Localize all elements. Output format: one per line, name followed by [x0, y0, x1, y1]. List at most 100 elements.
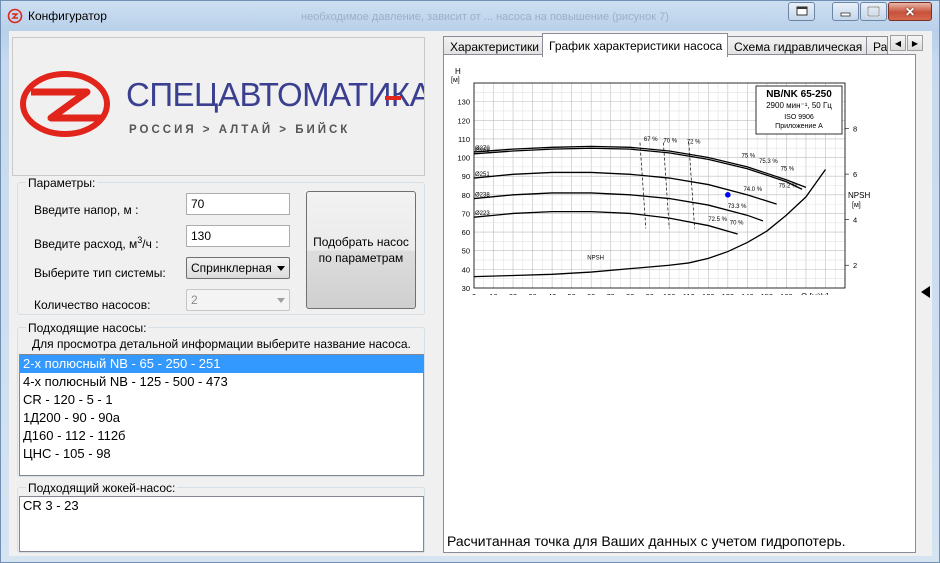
- y2-axis-unit: [м]: [852, 202, 861, 209]
- curve-label: Ø251: [475, 172, 490, 178]
- company-logo-panel: СПЕЦАВТОМАТИКА РОССИЯ > АЛТАЙ > БИЙСК: [12, 37, 432, 176]
- curve-label: Ø269: [475, 148, 490, 154]
- efficiency-label: 75 %: [781, 167, 795, 173]
- app-window: Конфигуратор необходимое давление, завис…: [0, 0, 940, 563]
- curve-label: Ø238: [475, 193, 490, 199]
- x-tick-label: 10: [489, 292, 497, 295]
- y2-tick-label: 6: [853, 170, 857, 179]
- window-title: Конфигуратор: [28, 9, 107, 23]
- y-tick-label: 130: [457, 98, 470, 107]
- chevron-down-icon: [277, 298, 285, 303]
- chevron-left-icon: ◀: [894, 38, 902, 48]
- head-label: Введите напор, м :: [34, 203, 139, 217]
- y-tick-label: 50: [462, 247, 470, 256]
- app-icon: [7, 8, 23, 24]
- tab-more[interactable]: Ра: [866, 36, 888, 56]
- window-extra-button[interactable]: [788, 2, 815, 21]
- close-icon: ✕: [904, 4, 916, 19]
- chart-annex: Приложение А: [775, 123, 823, 130]
- parameters-group: Параметры: Введите напор, м : 70 Введите…: [17, 176, 425, 315]
- jockey-pump-item[interactable]: CR 3 - 23: [20, 497, 423, 515]
- pump-list-item[interactable]: 1Д200 - 90 - 90а: [20, 409, 423, 427]
- pumps-title: Подходящие насосы:: [26, 321, 149, 335]
- y-tick-label: 100: [457, 154, 470, 163]
- pump-list-item[interactable]: CR - 120 - 5 - 1: [20, 391, 423, 409]
- x-tick-label: 40: [548, 292, 556, 295]
- tab-characteristics[interactable]: Характеристики: [443, 36, 543, 56]
- y-axis-label: H: [455, 67, 461, 76]
- y-tick-label: 80: [462, 191, 470, 200]
- efficiency-label: 70 %: [663, 139, 677, 145]
- title-bar[interactable]: Конфигуратор необходимое давление, завис…: [1, 1, 939, 31]
- x-tick-label: 140: [741, 292, 754, 295]
- tab-scroll-right-button[interactable]: ▶: [907, 35, 923, 51]
- y2-tick-label: 4: [853, 216, 857, 225]
- maximize-button[interactable]: [860, 2, 887, 21]
- pump-list-item[interactable]: ЦНС - 105 - 98: [20, 445, 423, 463]
- efficiency-label: 73.3 %: [728, 204, 747, 210]
- y-tick-label: 40: [462, 265, 470, 274]
- x-tick-label: 0: [472, 292, 476, 295]
- jockey-group: Подходящий жокей-насос: CR 3 - 23: [17, 481, 425, 553]
- company-logo: СПЕЦАВТОМАТИКА РОССИЯ > АЛТАЙ > БИЙСК: [20, 71, 432, 137]
- x-tick-label: 20: [509, 292, 517, 295]
- operating-point: [725, 192, 731, 198]
- efficiency-label: 72 %: [687, 140, 701, 146]
- x-tick-label: 90: [646, 292, 654, 295]
- x-tick-label: 100: [663, 292, 676, 295]
- y-tick-label: 60: [462, 228, 470, 237]
- tab-hydraulic-scheme[interactable]: Схема гидравлическая: [727, 36, 867, 56]
- x-tick-label: 60: [587, 292, 595, 295]
- pump-curve-chart: 0 10 20 30 40 50 60 70 80 90 100 110 120 130 140 150 160…: [451, 67, 870, 301]
- jockey-title: Подходящий жокей-насос:: [26, 481, 178, 495]
- x-tick-label: 150: [761, 292, 774, 295]
- x-tick-label: 70: [607, 292, 615, 295]
- chart-standard: ISO 9906: [784, 114, 814, 121]
- chart-subtitle: 2900 мин⁻¹, 50 Гц: [766, 101, 832, 110]
- select-pump-button[interactable]: Подобрать насос по параметрам: [306, 191, 416, 309]
- x-tick-label: 80: [626, 292, 634, 295]
- x-tick-label: 110: [683, 292, 695, 295]
- efficiency-label: 75.2 %: [779, 183, 798, 189]
- chevron-right-icon: ▶: [911, 38, 919, 48]
- head-input[interactable]: 70: [186, 193, 290, 215]
- flow-input[interactable]: 130: [186, 225, 290, 247]
- y2-tick-label: 8: [853, 125, 857, 134]
- pump-chart-page: 0 10 20 30 40 50 60 70 80 90 100 110 120 130 140 150 160…: [443, 54, 916, 553]
- efficiency-label: 75 %: [742, 154, 756, 160]
- efficiency-label: 74.0 %: [743, 187, 762, 193]
- efficiency-label: 72.5 %: [708, 217, 727, 223]
- pump-count-select: 2: [186, 289, 290, 311]
- pump-count-label: Количество насосов:: [34, 298, 151, 312]
- y-tick-label: 90: [462, 172, 470, 181]
- x-tick-label: 130: [722, 292, 735, 295]
- tab-scroll-left-button[interactable]: ◀: [890, 35, 906, 51]
- tab-pump-chart[interactable]: График характеристики насоса: [542, 33, 728, 57]
- jockey-list[interactable]: CR 3 - 23: [19, 496, 424, 552]
- efficiency-label: 67 %: [644, 137, 658, 143]
- flow-label: Введите расход, м3/ч :: [34, 235, 159, 251]
- logo-name: СПЕЦАВТОМАТИКА: [126, 76, 424, 113]
- pump-list-item[interactable]: Д160 - 112 - 112б: [20, 427, 423, 445]
- npsh-curve-label: NPSH: [587, 256, 604, 262]
- efficiency-label: 75.3 %: [759, 159, 778, 165]
- y-tick-label: 120: [457, 116, 470, 125]
- parameters-title: Параметры:: [26, 176, 98, 190]
- y-axis-unit: [м]: [451, 77, 460, 84]
- y2-tick-label: 2: [853, 261, 857, 270]
- efficiency-label: 70 %: [730, 221, 744, 227]
- collapse-arrow-icon[interactable]: [921, 286, 930, 298]
- y-tick-label: 30: [462, 284, 470, 293]
- system-type-select[interactable]: Спринклерная: [186, 257, 290, 279]
- close-button[interactable]: ✕: [888, 2, 932, 21]
- system-type-value: Спринклерная: [191, 261, 272, 275]
- pumps-list[interactable]: 2-х полюсный NB - 65 - 250 - 251 4-х полю…: [19, 354, 424, 476]
- minimize-button[interactable]: [832, 2, 859, 21]
- y2-axis-label: NPSH: [848, 191, 870, 200]
- system-type-label: Выберите тип системы:: [34, 266, 166, 280]
- pump-list-item[interactable]: 2-х полюсный NB - 65 - 250 - 251: [20, 355, 423, 373]
- chart-note: Расчитанная точка для Ваших данных с уче…: [447, 533, 846, 549]
- pump-list-item[interactable]: 4-х полюсный NB - 125 - 500 - 473: [20, 373, 423, 391]
- curve-label: Ø223: [475, 211, 490, 217]
- x-tick-label: 50: [567, 292, 575, 295]
